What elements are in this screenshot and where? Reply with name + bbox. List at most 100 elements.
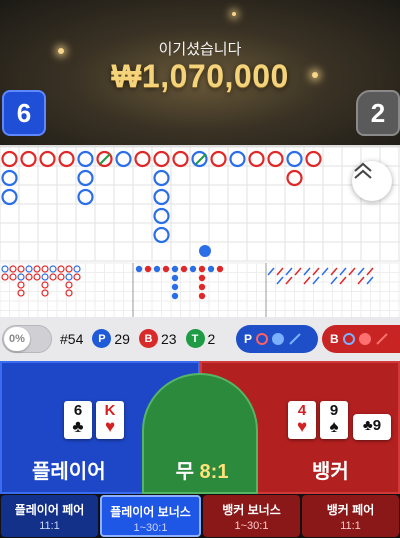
predict-player-button[interactable]: P	[236, 325, 318, 353]
cockroach-indicator-icon	[289, 333, 301, 345]
card-suit-icon: ♣	[72, 417, 84, 436]
side-bets: 플레이어 페어 11:1 플레이어 보너스 1~30:1 뱅커 보너스 1~30…	[0, 494, 400, 538]
tie-bet-label: 무 8:1	[144, 455, 260, 484]
big-road-marker	[229, 150, 246, 168]
player-badge: P	[92, 329, 112, 348]
cockroach-road-marker	[276, 267, 284, 276]
side-bet-odds: 11:1	[340, 520, 361, 532]
current-position-marker	[199, 245, 211, 257]
tie-bet-spot[interactable]: 무 8:1	[142, 373, 258, 494]
big-road-marker	[286, 150, 303, 168]
big-road-marker	[191, 150, 208, 168]
small-road-marker	[57, 265, 65, 273]
bead-road-marker	[144, 265, 152, 273]
win-message: 이기셨습니다	[158, 41, 242, 58]
cockroach-road-marker	[330, 267, 338, 276]
big-road-indicator-icon	[256, 333, 269, 345]
roadmap-grid	[0, 147, 400, 317]
tie-count: 2	[207, 330, 216, 347]
cockroach-road-marker	[276, 276, 284, 285]
small-road-marker	[73, 265, 81, 273]
big-road-marker	[210, 150, 227, 168]
small-road-marker	[9, 273, 17, 281]
big-road-marker	[115, 150, 132, 168]
big-road-marker	[305, 150, 322, 168]
stats-bar: 0% #54 P 29 B 23 T 2 P B	[0, 317, 400, 361]
tie-mark	[99, 153, 111, 165]
banker-card-2: 9 ♠	[320, 401, 348, 439]
cockroach-road-marker	[267, 267, 275, 276]
side-bet-name: 플레이어 페어	[14, 503, 85, 517]
bead-road-marker	[198, 292, 206, 300]
small-road-marker	[33, 265, 41, 273]
cockroach-road-marker	[294, 267, 302, 276]
bead-road-marker	[171, 265, 179, 273]
big-road-marker	[248, 150, 265, 168]
round-number: #54	[60, 330, 84, 347]
tie-badge: T	[185, 329, 205, 348]
big-road-marker	[153, 207, 170, 225]
small-road-marker	[57, 273, 65, 281]
betting-area: 6 ♣ K ♥ 플레이어 4 ♥ 9 ♠ ♣9 뱅커 무 8:1	[0, 361, 400, 494]
big-road-marker	[39, 150, 56, 168]
side-bet-name: 플레이어 보너스	[110, 505, 191, 519]
card-suit-icon: ♠	[329, 417, 339, 436]
big-road-marker	[153, 226, 170, 244]
banker-pair-bet[interactable]: 뱅커 페어 11:1	[302, 495, 399, 537]
small-road-marker	[49, 265, 57, 273]
banker-score: 2	[356, 90, 400, 136]
big-road-marker	[267, 150, 284, 168]
cockroach-road-marker	[285, 267, 293, 276]
card-rank: 9	[372, 417, 382, 434]
big-road-marker	[77, 169, 94, 187]
banker-count: 23	[160, 330, 177, 347]
predict-player-label: P	[244, 332, 253, 346]
small-road-marker	[49, 273, 57, 281]
player-bonus-bet[interactable]: 플레이어 보너스 1~30:1	[100, 495, 201, 537]
player-pair-bet[interactable]: 플레이어 페어 11:1	[1, 495, 98, 537]
bead-road-marker	[198, 274, 206, 282]
cockroach-road-marker	[339, 276, 347, 285]
bead-road-marker	[216, 265, 224, 273]
player-bet-label: 플레이어	[32, 461, 106, 483]
card-suit-icon: ♣	[362, 417, 373, 434]
big-road-marker	[77, 150, 94, 168]
side-bet-name: 뱅커 보너스	[222, 503, 281, 517]
banker-bonus-bet[interactable]: 뱅커 보너스 1~30:1	[203, 495, 300, 537]
side-bet-name: 뱅커 페어	[326, 503, 375, 517]
bead-road-marker	[171, 292, 179, 300]
win-banner: 이기셨습니다 ₩1,070,000 6 2	[0, 0, 400, 145]
bead-road-marker	[162, 265, 170, 273]
big-road-marker	[153, 169, 170, 187]
roadmap	[0, 145, 400, 317]
side-bet-odds: 1~30:1	[133, 522, 168, 534]
cockroach-indicator-icon	[375, 333, 388, 345]
big-road-marker	[1, 150, 18, 168]
bead-road-marker	[180, 265, 188, 273]
small-road-marker	[73, 273, 81, 281]
big-road-marker	[77, 188, 94, 206]
percent-toggle[interactable]: 0%	[2, 325, 52, 353]
card-suit-icon: ♥	[296, 417, 308, 436]
win-amount: ₩1,070,000	[111, 58, 289, 94]
predict-banker-button[interactable]: B	[322, 325, 400, 353]
cockroach-road-marker	[303, 267, 311, 276]
big-road-marker	[58, 150, 75, 168]
collapse-button[interactable]	[352, 161, 392, 201]
small-road-marker	[9, 265, 17, 273]
cockroach-road-marker	[303, 276, 311, 285]
bead-road-marker	[153, 265, 161, 273]
banker-card-3: ♣9	[353, 414, 391, 440]
bead-road-marker	[207, 265, 215, 273]
sparkle-icon	[232, 12, 236, 16]
big-road-marker	[286, 169, 303, 187]
big-road-marker	[153, 188, 170, 206]
card-suit-icon: ♥	[104, 417, 116, 436]
player-card-2: K ♥	[96, 401, 124, 439]
banker-card-1: 4 ♥	[288, 401, 316, 439]
bead-road-marker	[135, 265, 143, 273]
player-count: 29	[114, 330, 130, 347]
cockroach-road-marker	[285, 276, 293, 285]
bead-road-marker	[171, 274, 179, 282]
percent-value: 0%	[4, 327, 30, 351]
